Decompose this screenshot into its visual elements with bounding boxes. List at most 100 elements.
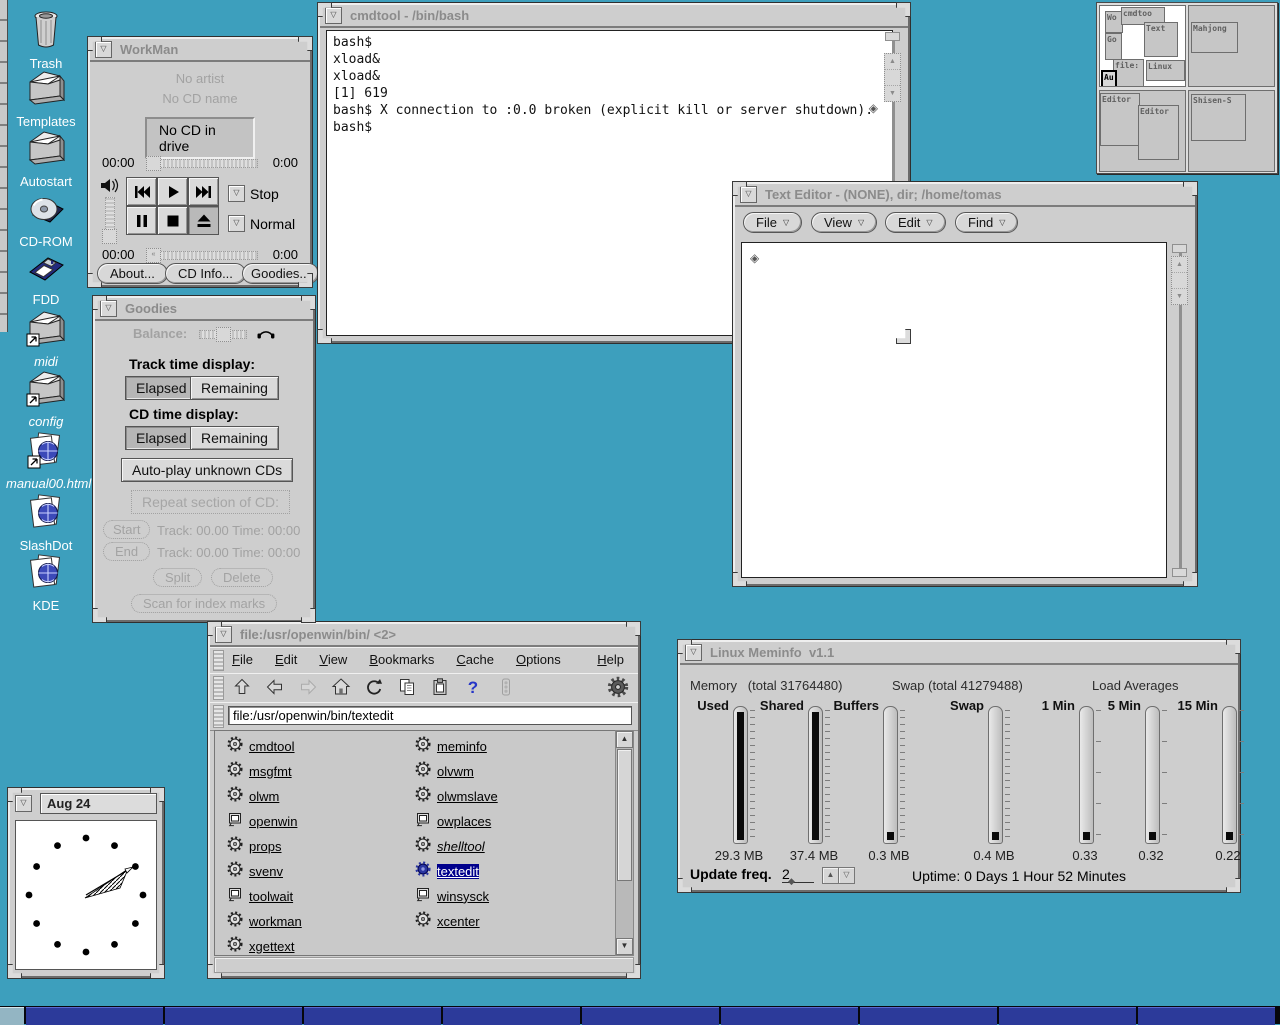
window-menu-button[interactable]: ▽: [325, 7, 342, 24]
start-button[interactable]: Start: [103, 520, 150, 539]
scroll-drag-box[interactable]: [885, 70, 900, 86]
kfm-gear-icon[interactable]: [606, 676, 630, 698]
window-menu-button[interactable]: ▽: [215, 626, 232, 643]
toolbar-grip[interactable]: [213, 676, 224, 700]
file-name[interactable]: shelltool: [437, 839, 485, 854]
desktop-icon-config[interactable]: config: [6, 368, 86, 429]
file-item-toolwait[interactable]: toolwait: [227, 886, 293, 906]
up-toolbar-icon[interactable]: [230, 676, 254, 698]
find-menu-button[interactable]: Find▽: [955, 212, 1018, 233]
view-menu-button[interactable]: View▽: [811, 212, 877, 233]
scroll-up-button[interactable]: ▲: [616, 731, 633, 748]
file-name[interactable]: olwm: [249, 789, 279, 804]
slider-thumb[interactable]: [146, 156, 161, 171]
scrollbar-top-anchor[interactable]: [885, 32, 900, 41]
scrollbar-elevator[interactable]: ▲ ▼: [884, 53, 901, 102]
freq-increase-button[interactable]: ▲: [822, 867, 839, 884]
balance-thumb[interactable]: [216, 327, 231, 342]
file-item-textedit[interactable]: textedit: [415, 861, 479, 881]
volume-thumb[interactable]: [102, 229, 117, 244]
desktop-icon-midi[interactable]: midi: [6, 308, 86, 369]
scroll-down-arrow[interactable]: ▼: [885, 86, 900, 101]
reload-toolbar-icon[interactable]: [362, 676, 386, 698]
file-name[interactable]: svenv: [249, 864, 283, 879]
locationbar-grip[interactable]: [213, 705, 224, 728]
taskbar-item[interactable]: [1138, 1007, 1275, 1025]
scan-index-button[interactable]: Scan for index marks: [131, 594, 277, 613]
taskbar-item[interactable]: [26, 1007, 163, 1025]
menu-bookmarks[interactable]: Bookmarks: [369, 652, 434, 667]
scrollbar-top-anchor[interactable]: [1172, 244, 1187, 253]
balance-slider[interactable]: [199, 330, 247, 339]
menubar-grip[interactable]: [213, 650, 224, 671]
next-track-button[interactable]: [188, 177, 219, 206]
file-name[interactable]: xgettext: [249, 939, 295, 954]
file-item-openwin[interactable]: openwin: [227, 811, 297, 831]
file-menu-button[interactable]: File▽: [743, 212, 802, 233]
file-item-olwm[interactable]: olwm: [227, 786, 279, 806]
taskbar-item[interactable]: [999, 1007, 1136, 1025]
file-item-cmdtool[interactable]: cmdtool: [227, 736, 295, 756]
list-scrollbar[interactable]: ▲ ▼: [615, 730, 634, 956]
edit-menu-button[interactable]: Edit▽: [885, 212, 946, 233]
cd-position-slider[interactable]: «: [146, 251, 258, 260]
scroll-thumb[interactable]: [617, 749, 632, 881]
menu-edit[interactable]: Edit: [275, 652, 297, 667]
stop-toolbar-icon[interactable]: [494, 676, 518, 698]
file-name[interactable]: xcenter: [437, 914, 480, 929]
play-mode-menu-button[interactable]: ▽: [228, 215, 245, 232]
split-button[interactable]: Split: [153, 568, 202, 587]
taskbar-item[interactable]: [721, 1007, 858, 1025]
pager-desktop-1[interactable]: WocmdtooTextGofile:LinuxAu: [1099, 5, 1186, 87]
file-name[interactable]: openwin: [249, 814, 297, 829]
scroll-down-arrow[interactable]: ▼: [1172, 289, 1187, 304]
window-menu-button[interactable]: ▽: [740, 186, 757, 203]
taskbar-item[interactable]: [443, 1007, 580, 1025]
file-name[interactable]: props: [249, 839, 282, 854]
resize-corner-br[interactable]: [301, 608, 316, 623]
back-toolbar-icon[interactable]: [263, 676, 287, 698]
editor-text-area[interactable]: ◈: [741, 242, 1167, 578]
slider-thumb[interactable]: «: [146, 248, 161, 263]
volume-slider[interactable]: [105, 197, 115, 239]
file-item-xgettext[interactable]: xgettext: [227, 936, 295, 956]
resize-corner-bl[interactable]: [92, 608, 107, 623]
pager-window[interactable]: Text: [1144, 22, 1178, 57]
menu-view[interactable]: View: [319, 652, 347, 667]
pager-window[interactable]: Editor: [1100, 93, 1140, 146]
file-item-olwmslave[interactable]: olwmslave: [415, 786, 498, 806]
taskbar-item[interactable]: [0, 1007, 24, 1025]
repeat-section-button[interactable]: Repeat section of CD:: [131, 490, 290, 514]
menu-cache[interactable]: Cache: [456, 652, 494, 667]
file-item-shelltool[interactable]: shelltool: [415, 836, 485, 856]
file-name[interactable]: workman: [249, 914, 302, 929]
file-item-meminfo[interactable]: meminfo: [415, 736, 487, 756]
cd-info-button[interactable]: CD Info...: [165, 263, 246, 284]
scroll-up-arrow[interactable]: ▲: [1172, 257, 1187, 273]
desktop-icon-trash[interactable]: Trash: [6, 8, 86, 71]
menu-help[interactable]: Help: [597, 652, 624, 667]
file-item-props[interactable]: props: [227, 836, 282, 856]
taskbar-item[interactable]: [165, 1007, 302, 1025]
window-menu-button[interactable]: ▽: [100, 300, 117, 317]
file-name[interactable]: olvwm: [437, 764, 474, 779]
pager-window[interactable]: Editor: [1138, 105, 1179, 160]
help-toolbar-icon[interactable]: ?: [461, 676, 485, 698]
file-item-owplaces[interactable]: owplaces: [415, 811, 491, 831]
desktop-icon-templates[interactable]: Templates: [6, 68, 86, 129]
play-button[interactable]: [157, 177, 188, 206]
pager-desktop-3[interactable]: EditorEditor: [1099, 90, 1186, 172]
file-name[interactable]: owplaces: [437, 814, 491, 829]
menu-file[interactable]: File: [232, 652, 253, 667]
pager-window[interactable]: Linux: [1146, 60, 1185, 81]
track-elapsed-button[interactable]: Elapsed: [125, 376, 198, 400]
desktop-icon-slashdot[interactable]: SlashDot: [6, 492, 86, 553]
file-item-olvwm[interactable]: olvwm: [415, 761, 474, 781]
update-freq-value[interactable]: 2: [782, 866, 814, 883]
desktop-icon-manual00.html[interactable]: manual00.html: [6, 430, 86, 491]
previous-track-button[interactable]: [126, 177, 157, 206]
pager-window[interactable]: Go: [1105, 33, 1122, 60]
pager-desktop-4[interactable]: Shisen-S: [1188, 90, 1275, 172]
file-item-winsysck[interactable]: winsysck: [415, 886, 489, 906]
cd-remaining-button[interactable]: Remaining: [190, 426, 279, 450]
